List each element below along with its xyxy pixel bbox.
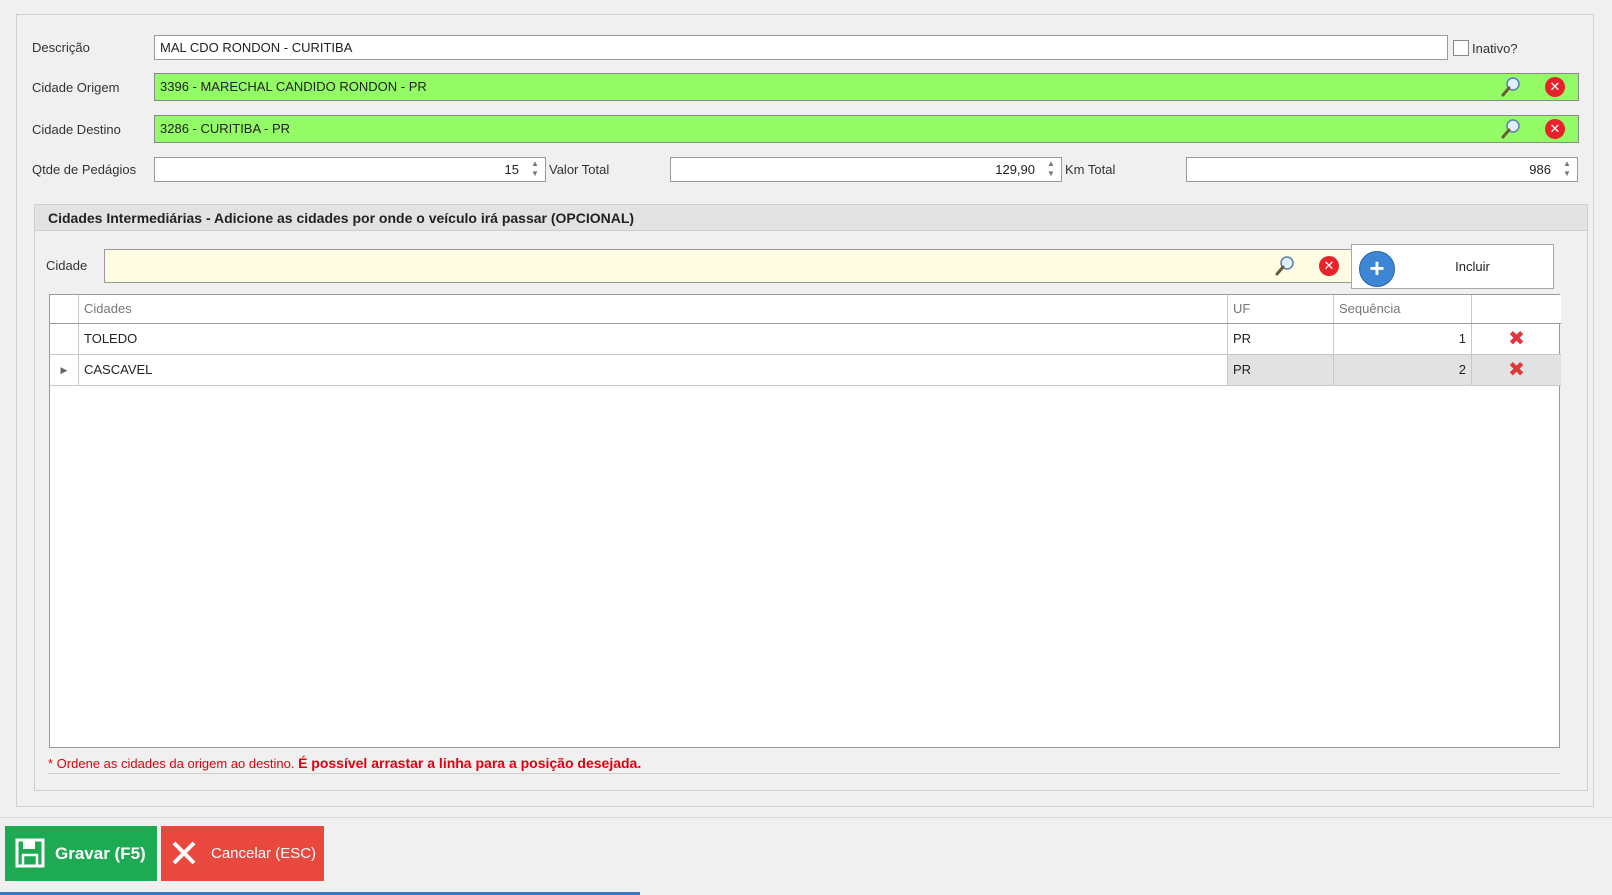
- valor-total-value: 129,90: [995, 162, 1035, 177]
- column-header-actions: [1472, 295, 1561, 324]
- incluir-button[interactable]: + Incluir: [1351, 244, 1554, 289]
- order-note: * Ordene as cidades da origem ao destino…: [48, 752, 1560, 774]
- column-header-sequencia[interactable]: Sequência: [1334, 295, 1472, 324]
- km-total-value: 986: [1529, 162, 1551, 177]
- search-icon[interactable]: [1500, 76, 1522, 98]
- cancelar-label: Cancelar (ESC): [211, 845, 317, 862]
- save-icon: [15, 838, 45, 868]
- clear-icon[interactable]: ✕: [1545, 119, 1565, 139]
- cancel-icon: [172, 841, 196, 865]
- spinner-icon[interactable]: ▲ ▼: [529, 159, 541, 180]
- valor-total-label: Valor Total: [549, 162, 610, 177]
- descricao-input[interactable]: MAL CDO RONDON - CURITIBA: [154, 35, 1448, 60]
- cidade-destino-label: Cidade Destino: [32, 122, 121, 137]
- intermediarias-title: Cidades Intermediárias - Adicione as cid…: [34, 204, 1588, 231]
- delete-icon[interactable]: ✖: [1472, 324, 1561, 355]
- km-total-label: Km Total: [1065, 162, 1116, 177]
- valor-total-input[interactable]: 129,90 ▲ ▼: [670, 157, 1062, 182]
- spinner-icon[interactable]: ▲ ▼: [1045, 159, 1057, 180]
- incluir-label: Incluir: [1455, 259, 1490, 274]
- cidade-origem-input[interactable]: 3396 - MARECHAL CANDIDO RONDON - PR: [154, 73, 1579, 101]
- search-icon[interactable]: [1500, 118, 1522, 140]
- cidade-input[interactable]: [104, 249, 1352, 283]
- cell-sequencia[interactable]: 2: [1334, 355, 1472, 386]
- row-header-corner: [50, 295, 79, 324]
- cidade-label: Cidade: [46, 258, 88, 273]
- column-header-uf[interactable]: UF: [1228, 295, 1334, 324]
- cell-uf[interactable]: PR: [1228, 355, 1334, 386]
- cancelar-button[interactable]: Cancelar (ESC): [161, 826, 324, 881]
- qtde-pedagios-value: 15: [504, 162, 519, 177]
- cidade-destino-value: 3286 - CURITIBA - PR: [160, 121, 291, 136]
- cell-cidade[interactable]: CASCAVEL: [79, 355, 1228, 386]
- km-total-input[interactable]: 986 ▲ ▼: [1186, 157, 1578, 182]
- descricao-label: Descrição: [32, 40, 90, 55]
- cidade-destino-input[interactable]: 3286 - CURITIBA - PR: [154, 115, 1579, 143]
- cidades-grid[interactable]: Cidades UF Sequência TOLEDO PR 1 ✖ ▶ CAS…: [49, 294, 1561, 748]
- column-header-cidades[interactable]: Cidades: [79, 295, 1228, 324]
- spinner-icon[interactable]: ▲ ▼: [1561, 159, 1573, 180]
- qtde-pedagios-label: Qtde de Pedágios: [32, 162, 137, 177]
- inativo-checkbox[interactable]: [1453, 40, 1469, 56]
- delete-icon[interactable]: ✖: [1472, 355, 1561, 386]
- cell-cidade[interactable]: TOLEDO: [79, 324, 1228, 355]
- qtde-pedagios-input[interactable]: 15 ▲ ▼: [154, 157, 546, 182]
- order-note-text: * Ordene as cidades da origem ao destino…: [48, 756, 295, 771]
- row-pointer-icon[interactable]: ▶: [50, 355, 79, 386]
- clear-icon[interactable]: ✕: [1545, 77, 1565, 97]
- cidade-origem-label: Cidade Origem: [32, 80, 120, 95]
- cell-uf[interactable]: PR: [1228, 324, 1334, 355]
- gravar-label: Gravar (F5): [55, 844, 146, 863]
- row-header[interactable]: [50, 324, 79, 355]
- clear-icon[interactable]: ✕: [1319, 256, 1339, 276]
- cell-sequencia[interactable]: 1: [1334, 324, 1472, 355]
- inativo-label: Inativo?: [1472, 41, 1518, 56]
- cidade-origem-value: 3396 - MARECHAL CANDIDO RONDON - PR: [160, 79, 427, 94]
- order-note-bold: É possível arrastar a linha para a posiç…: [298, 755, 642, 771]
- gravar-button[interactable]: Gravar (F5): [5, 826, 157, 881]
- search-icon[interactable]: [1274, 255, 1296, 277]
